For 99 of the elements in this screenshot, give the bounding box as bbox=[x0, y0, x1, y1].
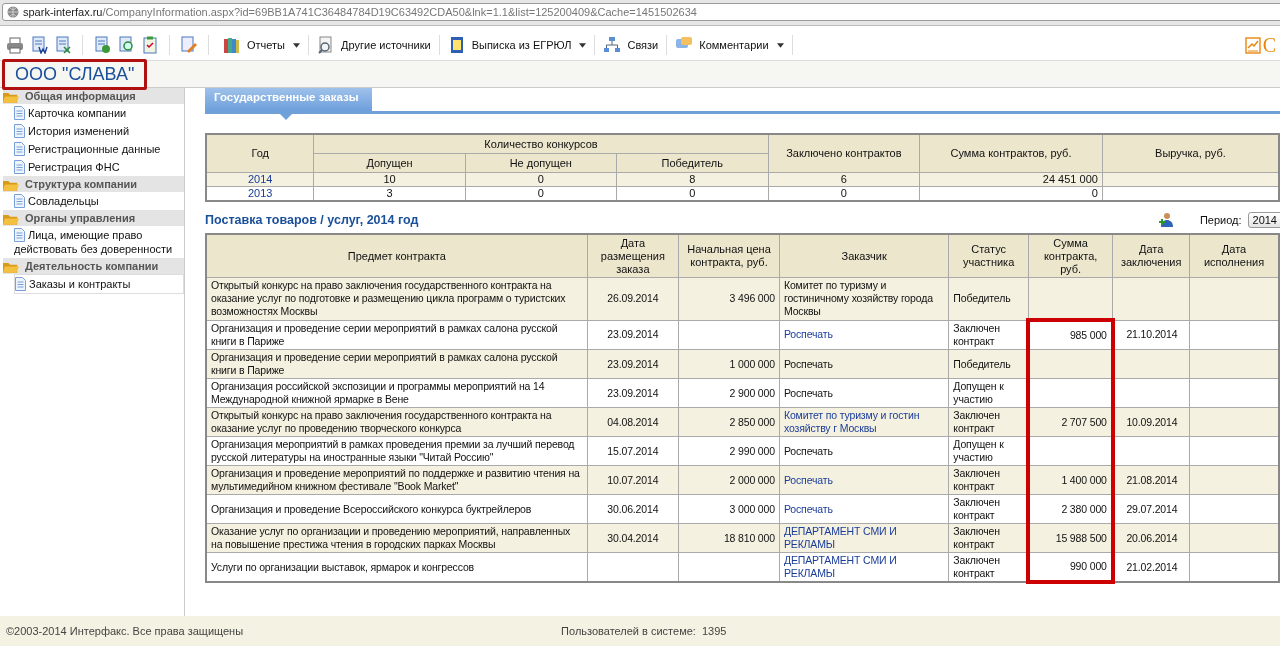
books-icon bbox=[223, 36, 241, 54]
document-word-icon[interactable] bbox=[30, 36, 48, 54]
caret-icon bbox=[579, 42, 587, 48]
document-icon bbox=[15, 277, 26, 291]
table-cell: 15.07.2014 bbox=[587, 436, 679, 466]
sidebar-item[interactable]: Регистрационные данные bbox=[14, 140, 184, 158]
printer-icon[interactable] bbox=[6, 36, 24, 54]
table-cell: Организация и проведение Всероссийского конкурса буктрейлеров bbox=[206, 494, 588, 524]
table-cell: 2 000 000 bbox=[678, 465, 780, 495]
table-cell: 15 988 500 bbox=[1028, 523, 1113, 553]
users-count: 1395 bbox=[701, 625, 727, 637]
table-cell: Организация и проведение мероприятий по поддержке и развитию чтения на мультимедийном книжном фестивале "Book Market" bbox=[206, 465, 588, 495]
column-header: Начальная цена контракта, руб. bbox=[678, 234, 780, 278]
table-cell: 23.09.2014 bbox=[587, 349, 679, 379]
toolbar-menu-button[interactable]: Отчеты bbox=[219, 36, 305, 54]
table-cell: 1 400 000 bbox=[1028, 465, 1113, 495]
column-header: Предмет контракта bbox=[206, 234, 588, 278]
column-header: Сумма контракта, руб. bbox=[1028, 234, 1113, 278]
table-cell: Организация и проведение серии мероприятий в рамках салона русской книги в Париже bbox=[206, 349, 588, 379]
toolbar-menu-button[interactable]: Связи bbox=[599, 36, 663, 54]
table-cell: 23.09.2014 bbox=[587, 320, 679, 350]
clipboard-icon[interactable] bbox=[141, 36, 159, 54]
sidebar-group-header[interactable]: Деятельность компании bbox=[3, 258, 184, 274]
document-search-icon[interactable] bbox=[117, 36, 135, 54]
sidebar-item[interactable]: Заказы и контракты bbox=[14, 274, 184, 294]
table-cell: Роспечать bbox=[779, 436, 949, 466]
toolbar-menu-button[interactable]: Другие источники bbox=[313, 36, 435, 54]
document-icon bbox=[14, 228, 25, 242]
table-cell: Организация и проведение серии мероприятий в рамках салона русской книги в Париже bbox=[206, 320, 588, 350]
table-cell: Организация российской экспозиции и программы мероприятий на 14 Международной книжной ярмарке в Вене bbox=[206, 378, 588, 408]
column-header: Год bbox=[206, 134, 314, 173]
table-cell: 23.09.2014 bbox=[587, 378, 679, 408]
hierarchy-icon bbox=[603, 36, 622, 54]
company-name: ООО "СЛАВА" bbox=[2, 58, 148, 90]
column-header: Дата заключения bbox=[1112, 234, 1190, 278]
table-cell: Организация мероприятий в рамках проведения премии за лучший перевод русской литературы на иностранные языки "Читай Россию" bbox=[206, 436, 588, 466]
document-icon bbox=[14, 194, 25, 208]
table-cell: 2 850 000 bbox=[678, 407, 780, 437]
sidebar-group-header[interactable]: Общая информация bbox=[3, 88, 184, 104]
copyright-text: ©2003-2014 Интерфакс. Все права защищены bbox=[6, 625, 244, 637]
sidebar-group-header[interactable]: Органы управления bbox=[3, 210, 184, 226]
table-cell: 2 990 000 bbox=[678, 436, 780, 466]
chart-clipboard-icon bbox=[1244, 36, 1261, 54]
sidebar-item[interactable]: Карточка компании bbox=[14, 104, 184, 122]
column-header: Дата размещения заказа bbox=[587, 234, 679, 278]
table-cell: 26.09.2014 bbox=[587, 277, 679, 320]
column-header: Количество конкурсов bbox=[313, 134, 769, 154]
table-cell: 18 810 000 bbox=[678, 523, 780, 553]
table-cell: 30.04.2014 bbox=[587, 523, 679, 553]
table-cell: 30.06.2014 bbox=[587, 494, 679, 524]
table-cell: 04.08.2014 bbox=[587, 407, 679, 437]
period-label: Период: bbox=[1199, 214, 1242, 226]
toolbar-menu-button[interactable]: Выписка из ЕГРЮЛ bbox=[443, 36, 591, 54]
url-host: spark-interfax.ru bbox=[23, 6, 103, 18]
document-icon bbox=[14, 124, 25, 138]
table-cell: 29.07.2014 bbox=[1112, 494, 1190, 524]
table-cell: Комитет по туризму и гостиничному хозяйству города Москвы bbox=[779, 277, 949, 320]
globe-icon bbox=[7, 6, 19, 18]
table-cell: 10.07.2014 bbox=[587, 465, 679, 495]
logo-text: С bbox=[1262, 33, 1276, 57]
table-cell: Оказание услуг по организации и проведению мероприятий, направленных на повышение престижа чтения в городских парках Москвы bbox=[206, 523, 588, 553]
caret-icon bbox=[776, 42, 784, 48]
document-excel-icon[interactable] bbox=[54, 36, 72, 54]
column-header: Сумма контрактов, руб. bbox=[919, 134, 1103, 173]
url-path: /CompanyInformation.aspx?id=69BB1A741C36484784D19C63492CDA50&lnk=1.1&list=125200409&Cache=1451502634 bbox=[102, 6, 697, 18]
caret-icon bbox=[293, 42, 301, 48]
table-cell: 3 496 000 bbox=[678, 277, 780, 320]
table-cell: Открытый конкурс на право заключения государственного контракта на оказание услуг по подготовке и размещению цикла программ о туристских возможностях Москвы bbox=[206, 277, 588, 320]
table-cell: Победитель bbox=[948, 277, 1029, 320]
column-header: Дата исполнения bbox=[1189, 234, 1279, 278]
address-field[interactable]: spark-interfax.ru/CompanyInformation.aspx?id=69BB1A741C36484784D19C63492CDA50&lnk=1.1&list=125200409&Cache=1451502634 bbox=[2, 3, 1280, 21]
table-cell: 990 000 bbox=[1028, 552, 1113, 582]
column-header: Статус участника bbox=[948, 234, 1029, 278]
period-select[interactable]: 2014 bbox=[1247, 212, 1280, 228]
table-cell: Роспечать bbox=[779, 349, 949, 379]
sidebar-item[interactable]: Совладельцы bbox=[14, 192, 184, 210]
sidebar-item[interactable]: История изменений bbox=[14, 122, 184, 140]
table-cell: Открытый конкурс на право заключения государственного контракта на оказание услуг по проведению творческого конкурса bbox=[206, 407, 588, 437]
person-add-icon[interactable] bbox=[1157, 212, 1174, 228]
column-header: Заказчик bbox=[779, 234, 949, 278]
table-cell: Роспечать bbox=[779, 378, 949, 408]
table-cell: 2 900 000 bbox=[678, 378, 780, 408]
document-icon bbox=[14, 142, 25, 156]
document-icon bbox=[14, 160, 25, 174]
users-label: Пользователей в системе: bbox=[561, 625, 696, 637]
sidebar-item[interactable]: Лица, имеющие право действовать без доверенности bbox=[14, 226, 184, 258]
toolbar-menu-button[interactable]: Комментарии bbox=[671, 36, 788, 54]
document-edit-icon[interactable] bbox=[180, 36, 198, 54]
table-cell: 3 000 000 bbox=[678, 494, 780, 524]
table-cell: 1 000 000 bbox=[678, 349, 780, 379]
sidebar-item[interactable]: Регистрация ФНС bbox=[14, 158, 184, 176]
section-title: Поставка товаров / услуг, 2014 год bbox=[205, 213, 419, 227]
table-cell: 21.10.2014 bbox=[1112, 320, 1190, 350]
document-add-icon[interactable] bbox=[93, 36, 111, 54]
column-header: Заключено контрактов bbox=[768, 134, 920, 173]
sidebar-group-header[interactable]: Структура компании bbox=[3, 176, 184, 192]
table-cell: 2 707 500 bbox=[1028, 407, 1113, 437]
column-header: Выручка, руб. bbox=[1102, 134, 1279, 173]
document-icon bbox=[14, 106, 25, 120]
